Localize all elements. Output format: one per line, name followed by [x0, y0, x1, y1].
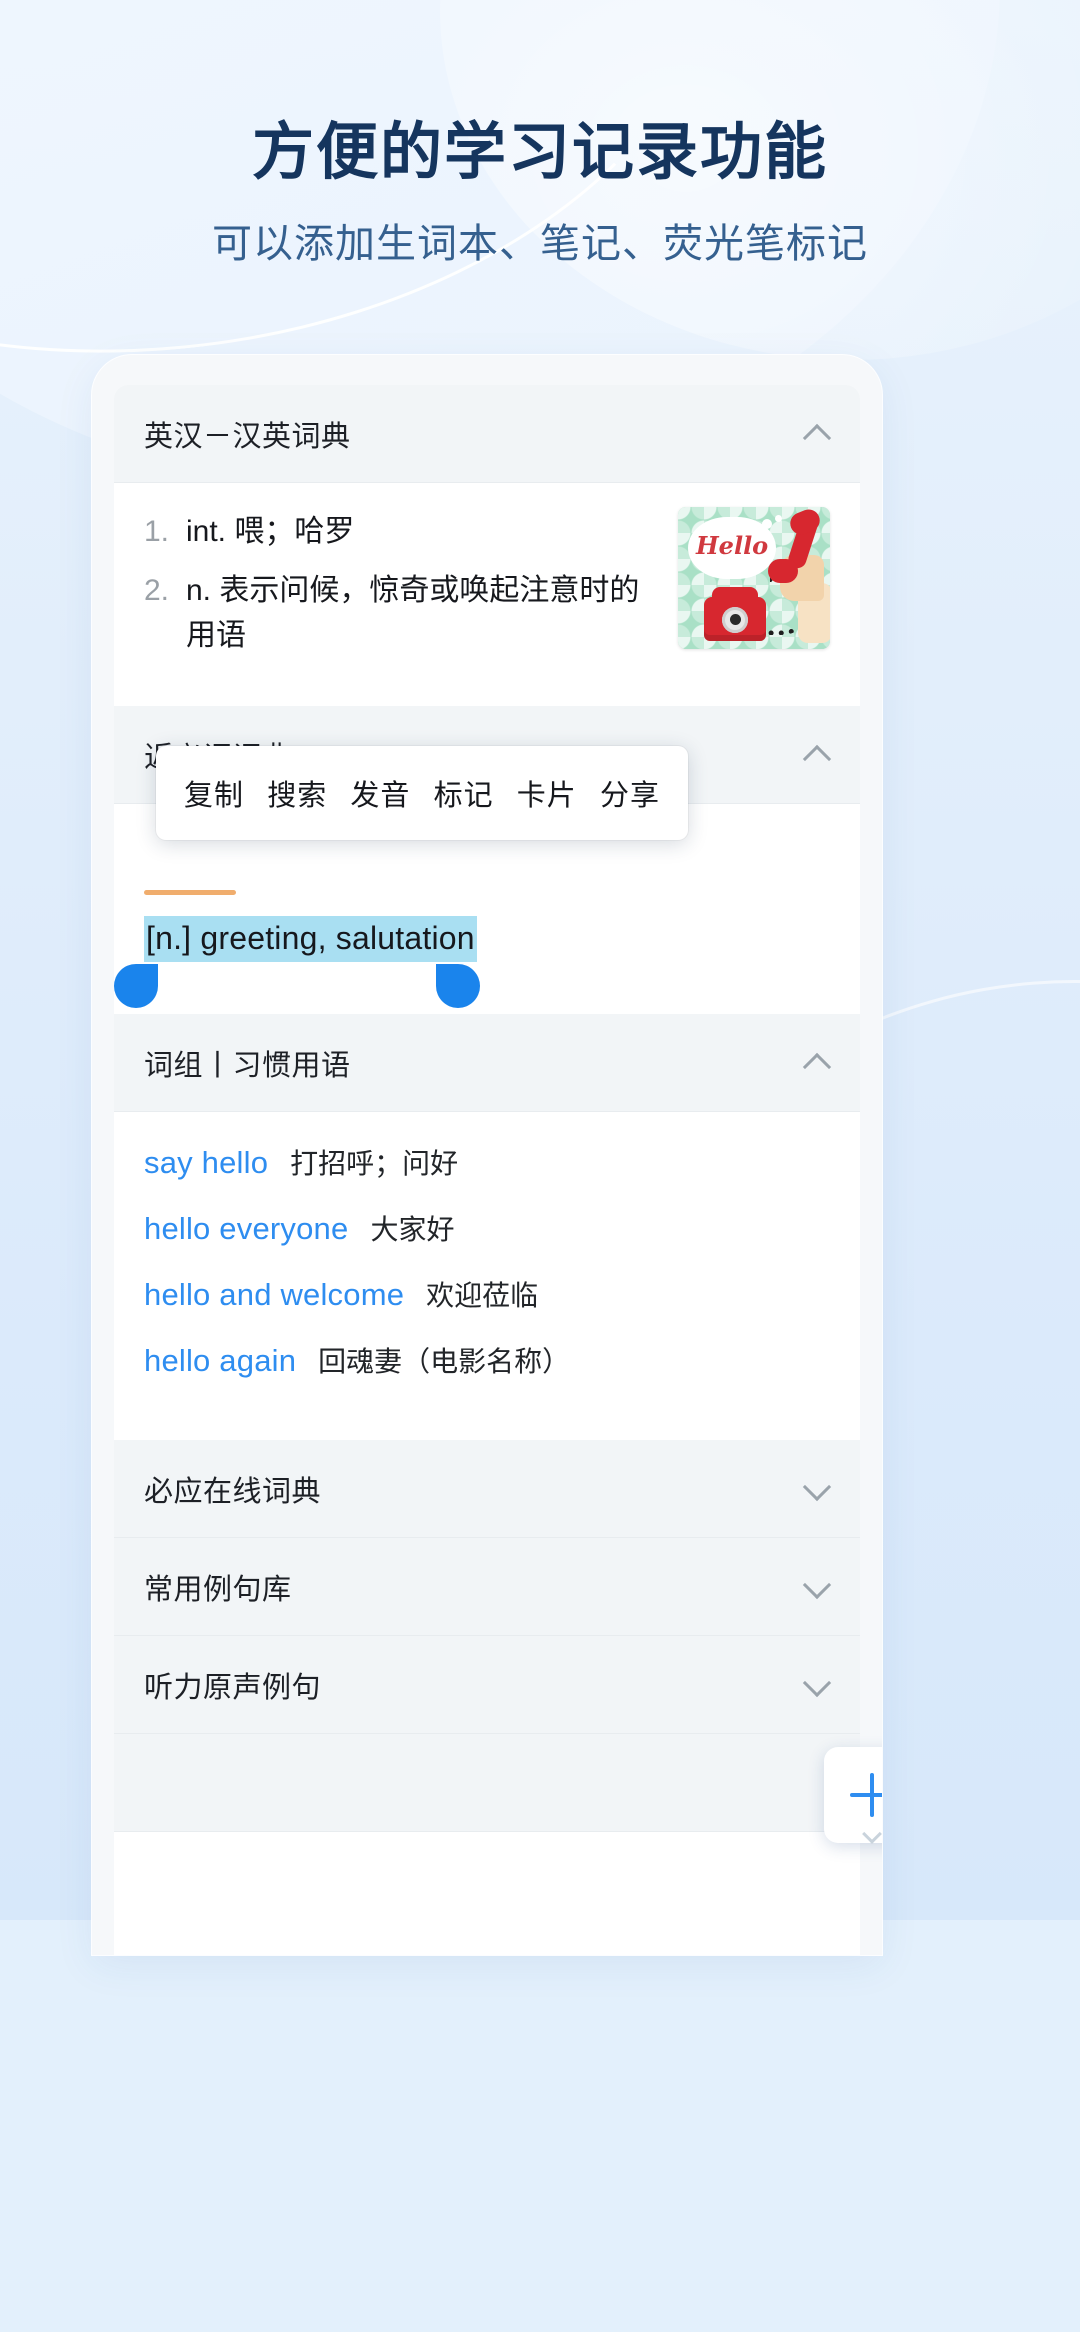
text-selection-context-menu[interactable]: 复制 搜索 发音 标记 卡片 分享: [156, 746, 688, 840]
chevron-down-icon[interactable]: [804, 1672, 830, 1698]
definition-text: int. 喂；哈罗: [186, 515, 355, 548]
list-item[interactable]: hello again 回魂妻（电影名称）: [144, 1340, 830, 1380]
phone-mockup-frame: 英汉－汉英词典 1. int. 喂；哈罗 2. n. 表示问候，惊奇或唤起注意时…: [92, 355, 882, 1955]
selection-handle-start[interactable]: [114, 964, 158, 1008]
phrase-english[interactable]: hello and welcome: [144, 1277, 404, 1313]
menu-item-copy[interactable]: 复制: [184, 772, 244, 814]
page-title: 方便的学习记录功能: [251, 118, 828, 187]
definition-panel: 1. int. 喂；哈罗 2. n. 表示问候，惊奇或唤起注意时的用语 Hell…: [114, 483, 860, 706]
sidebar-item-ec-ce-dict[interactable]: 英汉－汉英词典: [114, 385, 860, 483]
thumbnail-caption: Hello: [696, 531, 769, 560]
menu-item-pronounce[interactable]: 发音: [350, 772, 410, 814]
phrase-english[interactable]: hello again: [144, 1343, 296, 1379]
phrase-english[interactable]: hello everyone: [144, 1211, 348, 1247]
telephone-dial-center: [730, 614, 741, 625]
phrase-english[interactable]: say hello: [144, 1145, 268, 1181]
chevron-up-icon[interactable]: [804, 1050, 830, 1076]
add-button[interactable]: [824, 1747, 882, 1843]
section-title-listening-sentences: 听力原声例句: [144, 1671, 322, 1704]
section-divider-row: [114, 1734, 860, 1832]
promo-header: 方便的学习记录功能 可以添加生词本、笔记、荧光笔标记: [0, 118, 1080, 269]
phrase-chinese: 大家好: [370, 1214, 455, 1245]
chevron-down-icon[interactable]: [804, 1574, 830, 1600]
phrase-chinese: 欢迎莅临: [426, 1280, 539, 1311]
sidebar-item-common-sentences[interactable]: 常用例句库: [114, 1538, 860, 1636]
chevron-up-icon[interactable]: [804, 742, 830, 768]
chevron-down-icon[interactable]: [804, 1476, 830, 1502]
menu-item-share[interactable]: 分享: [600, 772, 660, 814]
plus-icon: [850, 1773, 882, 1817]
list-item: 1. int. 喂；哈罗: [144, 509, 644, 554]
selected-text[interactable]: [n.] greeting, salutation: [144, 916, 477, 962]
sidebar-item-listening-sentences[interactable]: 听力原声例句: [114, 1636, 860, 1734]
menu-item-highlight[interactable]: 标记: [434, 772, 494, 814]
list-item[interactable]: say hello 打招呼；问好: [144, 1142, 830, 1182]
page-subtitle: 可以添加生词本、笔记、荧光笔标记: [212, 222, 868, 267]
chevron-down-icon[interactable]: [863, 1827, 881, 1837]
speech-bubble-dot: [762, 519, 772, 529]
handset-mouthpiece: [768, 559, 798, 583]
menu-item-search[interactable]: 搜索: [267, 772, 327, 814]
phrase-list: say hello 打招呼；问好 hello everyone 大家好 hell…: [114, 1112, 860, 1440]
sidebar-item-phrases[interactable]: 词组丨习惯用语: [114, 1014, 860, 1112]
sidebar-item-bing-online-dict[interactable]: 必应在线词典: [114, 1440, 860, 1538]
speech-bubble-dot: [775, 515, 782, 522]
phone-screen: 英汉－汉英词典 1. int. 喂；哈罗 2. n. 表示问候，惊奇或唤起注意时…: [114, 385, 860, 1955]
section-title-phrases: 词组丨习惯用语: [144, 1049, 351, 1082]
menu-item-card[interactable]: 卡片: [517, 772, 577, 814]
synonym-panel: 复制 搜索 发音 标记 卡片 分享 [n.] greeting, salutat…: [114, 746, 860, 1014]
section-title-bing-online-dict: 必应在线词典: [144, 1475, 322, 1508]
selection-handle-end[interactable]: [436, 964, 480, 1008]
section-title-ec-ce-dict: 英汉－汉英词典: [144, 420, 351, 453]
definition-number: 2.: [144, 574, 170, 607]
phrase-chinese: 打招呼；问好: [290, 1148, 459, 1179]
section-title-common-sentences: 常用例句库: [144, 1573, 292, 1606]
phrase-chinese: 回魂妻（电影名称）: [318, 1346, 571, 1377]
tab-underline-indicator: [144, 890, 236, 895]
hello-telephone-illustration[interactable]: Hello: [678, 507, 830, 649]
definition-list: 1. int. 喂；哈罗 2. n. 表示问候，惊奇或唤起注意时的用语: [144, 509, 644, 658]
definition-number: 1.: [144, 515, 170, 548]
chevron-up-icon[interactable]: [804, 421, 830, 447]
list-item[interactable]: hello everyone 大家好: [144, 1208, 830, 1248]
list-item[interactable]: hello and welcome 欢迎莅临: [144, 1274, 830, 1314]
definition-text: n. 表示问候，惊奇或唤起注意时的用语: [186, 574, 640, 652]
list-item: 2. n. 表示问候，惊奇或唤起注意时的用语: [144, 568, 644, 658]
